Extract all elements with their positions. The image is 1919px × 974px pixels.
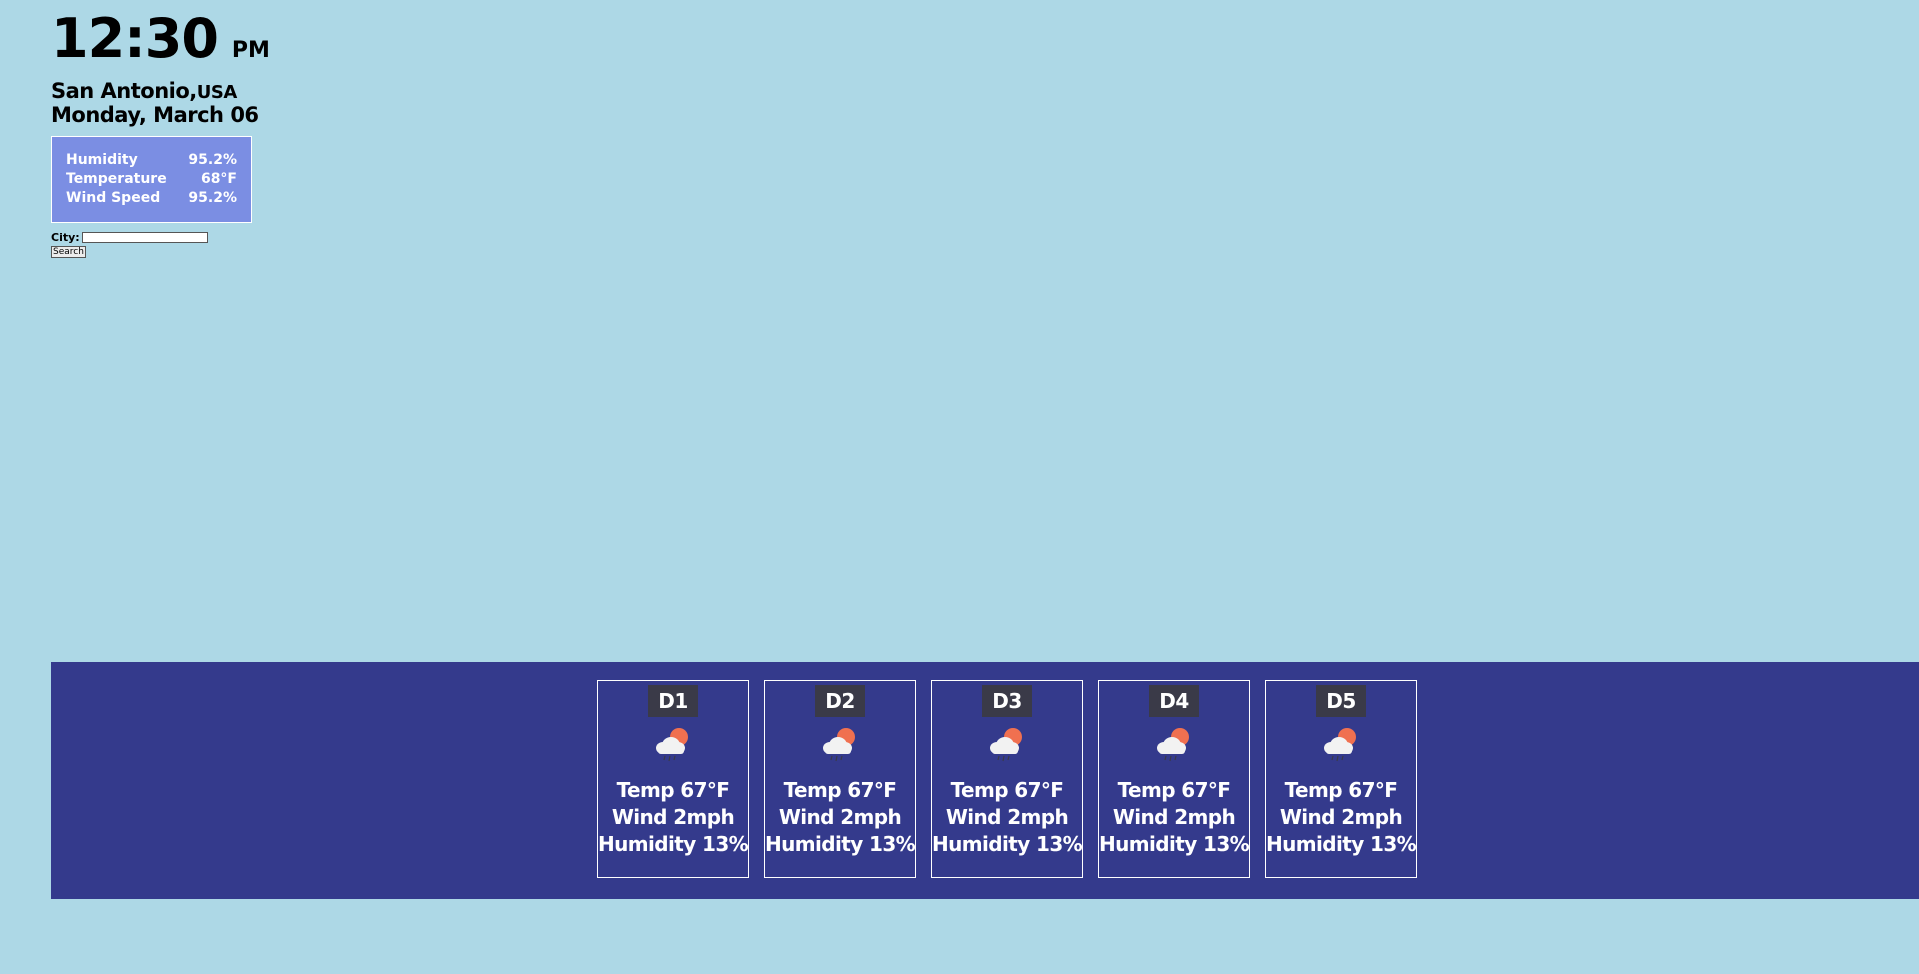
forecast-card-d2: D2 Temp 67°F Wind 2mph Humidity 13% [764,680,916,878]
forecast-wind: Wind 2mph [1112,805,1236,829]
city-input[interactable] [81,232,208,244]
forecast-details: Temp 67°F Wind 2mph Humidity 13% [1266,777,1417,858]
current-weather: 12:30 PM San Antonio,USA Monday, March 0… [51,12,301,259]
stat-label: Humidity [66,152,138,169]
forecast-card-d1: D1 Temp 67°F Wind 2mph Humidity 13% [597,680,749,878]
forecast-wind: Wind 2mph [1279,805,1403,829]
forecast-card-d4: D4 Temp 67°F Wind 2mph Humidity 13% [1098,680,1250,878]
forecast-temp: Temp 67°F [1117,778,1231,802]
current-stats-panel: Humidity 95.2% Temperature 68°F Wind Spe… [51,136,252,224]
clock-ampm: PM [231,38,270,63]
stat-wind-speed: Wind Speed 95.2% [66,189,237,208]
forecast-humidity: Humidity 13% [598,832,749,856]
country-name: USA [196,82,238,103]
stat-value: 95.2% [188,190,237,207]
day-label: D1 [648,685,698,717]
cloud-sun-rain-icon [1157,728,1189,762]
forecast-temp: Temp 67°F [783,778,897,802]
forecast-details: Temp 67°F Wind 2mph Humidity 13% [598,777,749,858]
search-line: City: [51,231,301,244]
forecast-details: Temp 67°F Wind 2mph Humidity 13% [765,777,916,858]
forecast-card-d5: D5 Temp 67°F Wind 2mph Humidity 13% [1265,680,1417,878]
clock: 12:30 PM [51,12,301,66]
weather-dashboard: 12:30 PM San Antonio,USA Monday, March 0… [0,0,1919,974]
current-date: Monday, March 06 [51,103,259,128]
forecast-card-d3: D3 Temp 67°F Wind 2mph Humidity 13% [931,680,1083,878]
cloud-sun-rain-icon [823,728,855,762]
cloud-sun-rain-icon [990,728,1022,762]
forecast-temp: Temp 67°F [1284,778,1398,802]
city-name: San Antonio, [51,79,197,103]
stat-humidity: Humidity 95.2% [66,151,237,170]
forecast-wind: Wind 2mph [778,805,902,829]
city-search-form: City: Search [51,231,301,259]
stat-temperature: Temperature 68°F [66,170,237,189]
day-label: D5 [1316,685,1366,717]
forecast-humidity: Humidity 13% [1099,832,1250,856]
forecast-temp: Temp 67°F [616,778,730,802]
city-label: City: [51,231,80,245]
cloud-sun-rain-icon [656,728,688,762]
location: San Antonio,USA [51,79,301,103]
forecast-details: Temp 67°F Wind 2mph Humidity 13% [1099,777,1250,858]
stat-label: Temperature [66,171,167,188]
cloud-sun-rain-icon [1324,728,1356,762]
forecast-band: D1 Temp 67°F Wind 2mph Humidity 13% D2 T… [51,662,1919,899]
day-label: D4 [1149,685,1199,717]
day-label: D2 [815,685,865,717]
stat-label: Wind Speed [66,190,161,207]
search-button[interactable]: Search [51,246,86,259]
day-label: D3 [982,685,1032,717]
forecast-wind: Wind 2mph [945,805,1069,829]
forecast-humidity: Humidity 13% [765,832,916,856]
stat-value: 68°F [200,171,237,188]
forecast-wind: Wind 2mph [611,805,735,829]
stat-value: 95.2% [188,152,237,169]
forecast-temp: Temp 67°F [950,778,1064,802]
forecast-details: Temp 67°F Wind 2mph Humidity 13% [932,777,1083,858]
forecast-cards: D1 Temp 67°F Wind 2mph Humidity 13% D2 T… [597,680,1417,878]
forecast-humidity: Humidity 13% [1266,832,1417,856]
forecast-humidity: Humidity 13% [932,832,1083,856]
clock-time: 12:30 [51,7,219,70]
